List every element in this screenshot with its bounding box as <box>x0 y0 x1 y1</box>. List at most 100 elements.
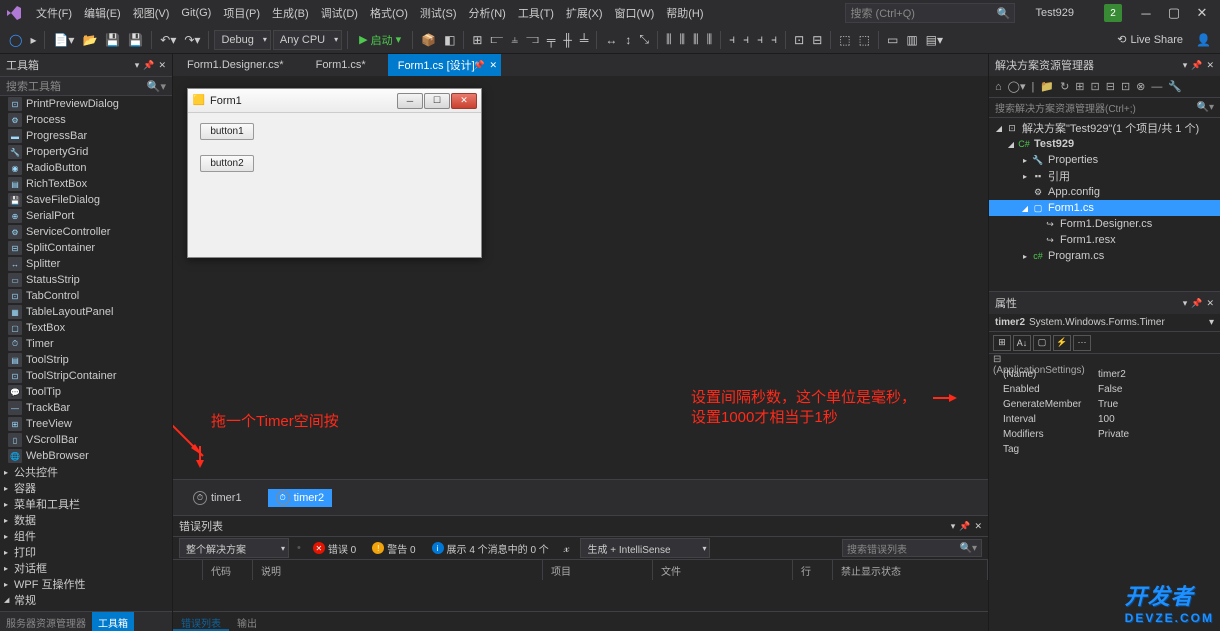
toolbox-item[interactable]: ⊡TabControl <box>0 288 172 304</box>
spacing-icon[interactable]: ⫞ <box>740 30 752 49</box>
toolbar-icon[interactable]: — <box>1149 80 1164 94</box>
menu-help[interactable]: 帮助(H) <box>660 2 709 24</box>
toolbar-icon[interactable]: ⊞ <box>1073 79 1086 94</box>
menu-view[interactable]: 视图(V) <box>127 2 176 24</box>
toolbox-item[interactable]: ▯VScrollBar <box>0 432 172 448</box>
toolbox-item[interactable]: ⊟SplitContainer <box>0 240 172 256</box>
global-search-input[interactable]: 搜索 (Ctrl+Q)🔍 <box>845 3 1015 23</box>
doc-tab[interactable]: Form1.Designer.cs* <box>177 54 306 76</box>
toolbox-category[interactable]: 公共控件 <box>0 464 172 480</box>
close-icon[interactable]: ✕ <box>1206 60 1214 71</box>
pin-icon[interactable]: 📌 <box>959 521 970 532</box>
col-project[interactable]: 项目 <box>543 560 653 580</box>
form-client-area[interactable]: button1 button2 <box>188 113 481 257</box>
toolbox-item[interactable]: 🌐WebBrowser <box>0 448 172 464</box>
start-debug-button[interactable]: ▶ 启动 ▾ <box>353 30 407 50</box>
toolbox-item[interactable]: ⚙Process <box>0 112 172 128</box>
toolbox-category[interactable]: 对话框 <box>0 560 172 576</box>
menu-extensions[interactable]: 扩展(X) <box>560 2 609 24</box>
redo-button[interactable]: ↷▾ <box>181 31 203 49</box>
toolbar-icon[interactable]: ↻ <box>1058 79 1071 94</box>
toolbox-item[interactable]: ⊕SerialPort <box>0 208 172 224</box>
align-icon[interactable]: ⫍ <box>487 30 506 49</box>
tab-toolbox[interactable]: 工具箱 <box>92 612 134 631</box>
tree-references[interactable]: ▸▪▪引用 <box>989 168 1220 184</box>
dropdown-icon[interactable]: ▾ <box>1183 298 1188 309</box>
new-item-button[interactable]: 📄▾ <box>50 31 77 49</box>
properties-object-selector[interactable]: timer2System.Windows.Forms.Timer▾ <box>989 314 1220 332</box>
toolbox-item[interactable]: 💾SaveFileDialog <box>0 192 172 208</box>
misc-icon[interactable]: ▤▾ <box>923 31 946 49</box>
col-file[interactable]: 文件 <box>653 560 793 580</box>
center-icon[interactable]: ⊟ <box>809 31 825 49</box>
pin-icon[interactable]: 📌 <box>1191 60 1202 71</box>
messages-toggle[interactable]: i展示 4 个消息中的 0 个 <box>428 539 553 558</box>
spacing-icon[interactable]: ⫼ <box>663 30 675 49</box>
align-icon[interactable]: ⊞ <box>469 31 485 49</box>
menu-format[interactable]: 格式(O) <box>364 2 414 24</box>
toolbox-list[interactable]: ⊡PrintPreviewDialog ⚙Process ▬ProgressBa… <box>0 96 172 611</box>
menu-file[interactable]: 文件(F) <box>30 2 78 24</box>
close-icon[interactable]: ✕ <box>1206 298 1214 309</box>
menu-analyze[interactable]: 分析(N) <box>463 2 512 24</box>
save-button[interactable]: 💾 <box>102 31 123 49</box>
tab-error-list[interactable]: 错误列表 <box>173 612 229 631</box>
doc-tab[interactable]: Form1.cs* <box>306 54 388 76</box>
toolbox-search-input[interactable]: 搜索工具箱🔍▾ <box>0 76 172 96</box>
toolbox-item[interactable]: 💬ToolTip <box>0 384 172 400</box>
solution-search-input[interactable]: 搜索解决方案资源管理器(Ctrl+;)🔍▾ <box>989 98 1220 118</box>
spacing-icon[interactable]: ⫼ <box>677 30 689 49</box>
toolbar-icon[interactable]: ⊡ <box>1089 79 1102 94</box>
size-icon[interactable]: ↕ <box>622 31 634 49</box>
toolbox-category[interactable]: WPF 互操作性 <box>0 576 172 592</box>
tree-appconfig[interactable]: ⚙App.config <box>989 184 1220 200</box>
close-icon[interactable]: ✕ <box>489 60 497 71</box>
toolbox-category[interactable]: 数据 <box>0 512 172 528</box>
menu-window[interactable]: 窗口(W) <box>609 2 661 24</box>
home-icon[interactable]: ⌂ <box>993 80 1004 94</box>
account-icon[interactable]: 👤 <box>1193 31 1214 49</box>
col-suppress[interactable]: 禁止显示状态 <box>833 560 988 580</box>
pin-icon[interactable]: 📌 <box>1191 298 1202 309</box>
tree-properties[interactable]: ▸🔧Properties <box>989 152 1220 168</box>
col-code[interactable]: 代码 <box>203 560 253 580</box>
align-icon[interactable]: ╤ <box>544 31 559 49</box>
design-form[interactable]: 🟨 Form1 ─ ☐ ✕ button1 button2 <box>187 88 482 258</box>
menu-debug[interactable]: 调试(D) <box>315 2 364 24</box>
toolbox-item[interactable]: ⊡ToolStripContainer <box>0 368 172 384</box>
close-icon[interactable]: ✕ <box>158 60 166 71</box>
form-maximize-button[interactable]: ☐ <box>424 93 450 109</box>
prop-row[interactable]: ModifiersPrivate <box>989 429 1220 444</box>
spacing-icon[interactable]: ⫞ <box>754 30 766 49</box>
close-icon[interactable]: ✕ <box>974 521 982 532</box>
prop-row[interactable]: EnabledFalse <box>989 384 1220 399</box>
toolbox-item[interactable]: ▤RichTextBox <box>0 176 172 192</box>
spacing-icon[interactable]: ⫼ <box>704 30 716 49</box>
dropdown-icon[interactable]: ▾ <box>135 60 140 71</box>
prop-row[interactable]: (Name)timer2 <box>989 369 1220 384</box>
save-all-button[interactable]: 💾 <box>125 31 146 49</box>
order-icon[interactable]: ⬚ <box>836 31 853 49</box>
toolbar-icon[interactable]: ⊟ <box>1104 79 1117 94</box>
prop-row[interactable]: GenerateMemberTrue <box>989 399 1220 414</box>
toolbox-item-timer[interactable]: ⏱Timer <box>0 336 172 352</box>
live-share-button[interactable]: ⟲ Live Share <box>1109 31 1191 48</box>
filter-icon[interactable]: 𝓍 <box>561 539 573 558</box>
notification-badge[interactable]: 2 <box>1104 4 1122 22</box>
design-button1[interactable]: button1 <box>200 123 254 140</box>
toolbox-item[interactable]: ▬ProgressBar <box>0 128 172 144</box>
props-icon[interactable]: ▢ <box>1033 335 1051 351</box>
toolbox-item[interactable]: ⊡PrintPreviewDialog <box>0 96 172 112</box>
tray-timer2[interactable]: ⏱timer2 <box>268 489 333 507</box>
pin-icon[interactable]: 📌 <box>143 60 154 71</box>
menu-project[interactable]: 项目(P) <box>217 2 266 24</box>
toolbar-icon[interactable]: 📁 <box>1038 79 1056 94</box>
center-icon[interactable]: ⊡ <box>791 31 807 49</box>
toolbox-category[interactable]: 打印 <box>0 544 172 560</box>
spacing-icon[interactable]: ⫼ <box>690 30 702 49</box>
align-icon[interactable]: ╫ <box>560 31 575 49</box>
toolbox-item[interactable]: ⚙ServiceController <box>0 224 172 240</box>
spacing-icon[interactable]: ⫞ <box>768 30 780 49</box>
scope-combo[interactable]: 整个解决方案 <box>179 538 289 558</box>
toolbar-icon[interactable]: ⋯ <box>1073 335 1091 351</box>
